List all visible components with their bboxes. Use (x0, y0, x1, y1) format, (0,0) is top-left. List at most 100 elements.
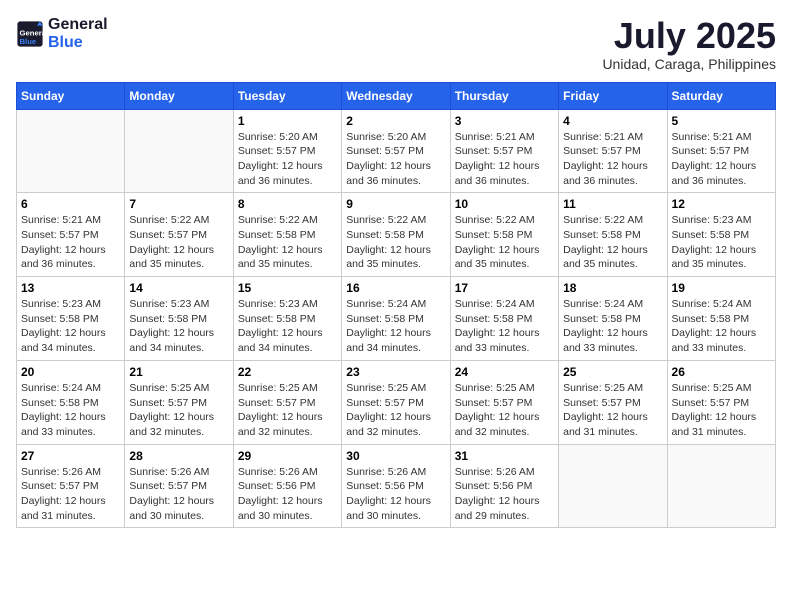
day-number: 19 (672, 281, 771, 295)
day-info: Sunrise: 5:26 AM Sunset: 5:56 PM Dayligh… (238, 465, 337, 524)
title-block: July 2025 Unidad, Caraga, Philippines (602, 16, 776, 72)
calendar-cell: 1 Sunrise: 5:20 AM Sunset: 5:57 PM Daylig… (233, 109, 341, 193)
calendar-cell: 27Sunrise: 5:26 AM Sunset: 5:57 PM Dayli… (17, 444, 125, 528)
calendar-cell: 28 Sunrise: 5:26 AM Sunset: 5:57 PM Dayli… (125, 444, 233, 528)
day-info: Sunrise: 5:23 AM Sunset: 5:58 PM Dayligh… (21, 297, 120, 356)
calendar-cell: 23Sunrise: 5:25 AM Sunset: 5:57 PM Dayli… (342, 360, 450, 444)
day-info: Sunrise: 5:21 AM Sunset: 5:57 PM Dayligh… (672, 130, 771, 189)
day-number: 13 (21, 281, 120, 295)
day-number: 12 (672, 197, 771, 211)
weekday-header-tuesday: Tuesday (233, 82, 341, 109)
day-number: 15 (238, 281, 337, 295)
day-info: Sunrise: 5:24 AM Sunset: 5:58 PM Dayligh… (672, 297, 771, 356)
day-info: Sunrise: 5:22 AM Sunset: 5:57 PM Dayligh… (129, 213, 228, 272)
weekday-header-row: SundayMondayTuesdayWednesdayThursdayFrid… (17, 82, 776, 109)
calendar-cell: 8 Sunrise: 5:22 AM Sunset: 5:58 PM Daylig… (233, 193, 341, 277)
day-number: 29 (238, 449, 337, 463)
day-info: Sunrise: 5:26 AM Sunset: 5:57 PM Dayligh… (129, 465, 228, 524)
calendar-cell (125, 109, 233, 193)
day-info: Sunrise: 5:25 AM Sunset: 5:57 PM Dayligh… (563, 381, 662, 440)
calendar-week-2: 6 Sunrise: 5:21 AM Sunset: 5:57 PM Daylig… (17, 193, 776, 277)
day-info: Sunrise: 5:24 AM Sunset: 5:58 PM Dayligh… (21, 381, 120, 440)
calendar-cell: 11 Sunrise: 5:22 AM Sunset: 5:58 PM Dayli… (559, 193, 667, 277)
day-info: Sunrise: 5:20 AM Sunset: 5:57 PM Dayligh… (238, 130, 337, 189)
day-info: Sunrise: 5:20 AM Sunset: 5:57 PM Dayligh… (346, 130, 445, 189)
day-info: Sunrise: 5:26 AM Sunset: 5:56 PM Dayligh… (346, 465, 445, 524)
day-info: Sunrise: 5:22 AM Sunset: 5:58 PM Dayligh… (346, 213, 445, 272)
day-info: Sunrise: 5:21 AM Sunset: 5:57 PM Dayligh… (563, 130, 662, 189)
day-number: 14 (129, 281, 228, 295)
calendar-cell: 9 Sunrise: 5:22 AM Sunset: 5:58 PM Daylig… (342, 193, 450, 277)
calendar-cell: 13 Sunrise: 5:23 AM Sunset: 5:58 PM Dayli… (17, 277, 125, 361)
calendar-table: SundayMondayTuesdayWednesdayThursdayFrid… (16, 82, 776, 529)
day-info: Sunrise: 5:25 AM Sunset: 5:57 PM Dayligh… (672, 381, 771, 440)
day-number: 24 (455, 365, 554, 379)
day-info: Sunrise: 5:24 AM Sunset: 5:58 PM Dayligh… (455, 297, 554, 356)
calendar-cell: 21Sunrise: 5:25 AM Sunset: 5:57 PM Dayli… (125, 360, 233, 444)
day-number: 5 (672, 114, 771, 128)
day-number: 11 (563, 197, 662, 211)
weekday-header-saturday: Saturday (667, 82, 775, 109)
logo-icon: General Blue (16, 20, 44, 48)
day-number: 25 (563, 365, 662, 379)
day-number: 7 (129, 197, 228, 211)
logo: General Blue General Blue (16, 16, 108, 52)
weekday-header-wednesday: Wednesday (342, 82, 450, 109)
weekday-header-sunday: Sunday (17, 82, 125, 109)
calendar-cell: 18 Sunrise: 5:24 AM Sunset: 5:58 PM Dayli… (559, 277, 667, 361)
day-number: 31 (455, 449, 554, 463)
day-info: Sunrise: 5:23 AM Sunset: 5:58 PM Dayligh… (672, 213, 771, 272)
day-number: 2 (346, 114, 445, 128)
day-info: Sunrise: 5:25 AM Sunset: 5:57 PM Dayligh… (238, 381, 337, 440)
calendar-week-5: 27Sunrise: 5:26 AM Sunset: 5:57 PM Dayli… (17, 444, 776, 528)
calendar-cell: 3Sunrise: 5:21 AM Sunset: 5:57 PM Daylig… (450, 109, 558, 193)
day-number: 18 (563, 281, 662, 295)
calendar-week-3: 13 Sunrise: 5:23 AM Sunset: 5:58 PM Dayli… (17, 277, 776, 361)
day-number: 17 (455, 281, 554, 295)
calendar-cell: 17 Sunrise: 5:24 AM Sunset: 5:58 PM Dayli… (450, 277, 558, 361)
day-info: Sunrise: 5:26 AM Sunset: 5:57 PM Dayligh… (21, 465, 120, 524)
calendar-cell: 22Sunrise: 5:25 AM Sunset: 5:57 PM Dayli… (233, 360, 341, 444)
day-number: 16 (346, 281, 445, 295)
day-number: 28 (129, 449, 228, 463)
calendar-cell: 6 Sunrise: 5:21 AM Sunset: 5:57 PM Daylig… (17, 193, 125, 277)
svg-text:Blue: Blue (20, 37, 37, 46)
calendar-cell: 20 Sunrise: 5:24 AM Sunset: 5:58 PM Dayli… (17, 360, 125, 444)
calendar-cell: 30 Sunrise: 5:26 AM Sunset: 5:56 PM Dayli… (342, 444, 450, 528)
calendar-cell: 12 Sunrise: 5:23 AM Sunset: 5:58 PM Dayli… (667, 193, 775, 277)
page-header: General Blue General Blue July 2025 Unid… (16, 16, 776, 72)
day-number: 30 (346, 449, 445, 463)
calendar-cell: 25 Sunrise: 5:25 AM Sunset: 5:57 PM Dayli… (559, 360, 667, 444)
calendar-cell: 26Sunrise: 5:25 AM Sunset: 5:57 PM Dayli… (667, 360, 775, 444)
day-info: Sunrise: 5:26 AM Sunset: 5:56 PM Dayligh… (455, 465, 554, 524)
calendar-title: July 2025 (602, 16, 776, 56)
day-info: Sunrise: 5:25 AM Sunset: 5:57 PM Dayligh… (455, 381, 554, 440)
svg-text:General: General (20, 28, 45, 37)
day-number: 21 (129, 365, 228, 379)
day-info: Sunrise: 5:22 AM Sunset: 5:58 PM Dayligh… (455, 213, 554, 272)
day-number: 9 (346, 197, 445, 211)
day-info: Sunrise: 5:22 AM Sunset: 5:58 PM Dayligh… (563, 213, 662, 272)
calendar-cell: 31 Sunrise: 5:26 AM Sunset: 5:56 PM Dayli… (450, 444, 558, 528)
day-info: Sunrise: 5:24 AM Sunset: 5:58 PM Dayligh… (346, 297, 445, 356)
calendar-cell: 10Sunrise: 5:22 AM Sunset: 5:58 PM Dayli… (450, 193, 558, 277)
day-number: 8 (238, 197, 337, 211)
calendar-cell: 16 Sunrise: 5:24 AM Sunset: 5:58 PM Dayli… (342, 277, 450, 361)
calendar-cell: 24 Sunrise: 5:25 AM Sunset: 5:57 PM Dayli… (450, 360, 558, 444)
day-number: 20 (21, 365, 120, 379)
logo-text: General Blue (48, 16, 108, 52)
day-info: Sunrise: 5:23 AM Sunset: 5:58 PM Dayligh… (129, 297, 228, 356)
day-info: Sunrise: 5:22 AM Sunset: 5:58 PM Dayligh… (238, 213, 337, 272)
calendar-cell: 19 Sunrise: 5:24 AM Sunset: 5:58 PM Dayli… (667, 277, 775, 361)
day-number: 6 (21, 197, 120, 211)
calendar-cell: 7 Sunrise: 5:22 AM Sunset: 5:57 PM Daylig… (125, 193, 233, 277)
day-info: Sunrise: 5:24 AM Sunset: 5:58 PM Dayligh… (563, 297, 662, 356)
weekday-header-thursday: Thursday (450, 82, 558, 109)
calendar-cell: 15Sunrise: 5:23 AM Sunset: 5:58 PM Dayli… (233, 277, 341, 361)
weekday-header-friday: Friday (559, 82, 667, 109)
weekday-header-monday: Monday (125, 82, 233, 109)
day-number: 1 (238, 114, 337, 128)
day-info: Sunrise: 5:21 AM Sunset: 5:57 PM Dayligh… (21, 213, 120, 272)
calendar-subtitle: Unidad, Caraga, Philippines (602, 56, 776, 72)
day-number: 23 (346, 365, 445, 379)
